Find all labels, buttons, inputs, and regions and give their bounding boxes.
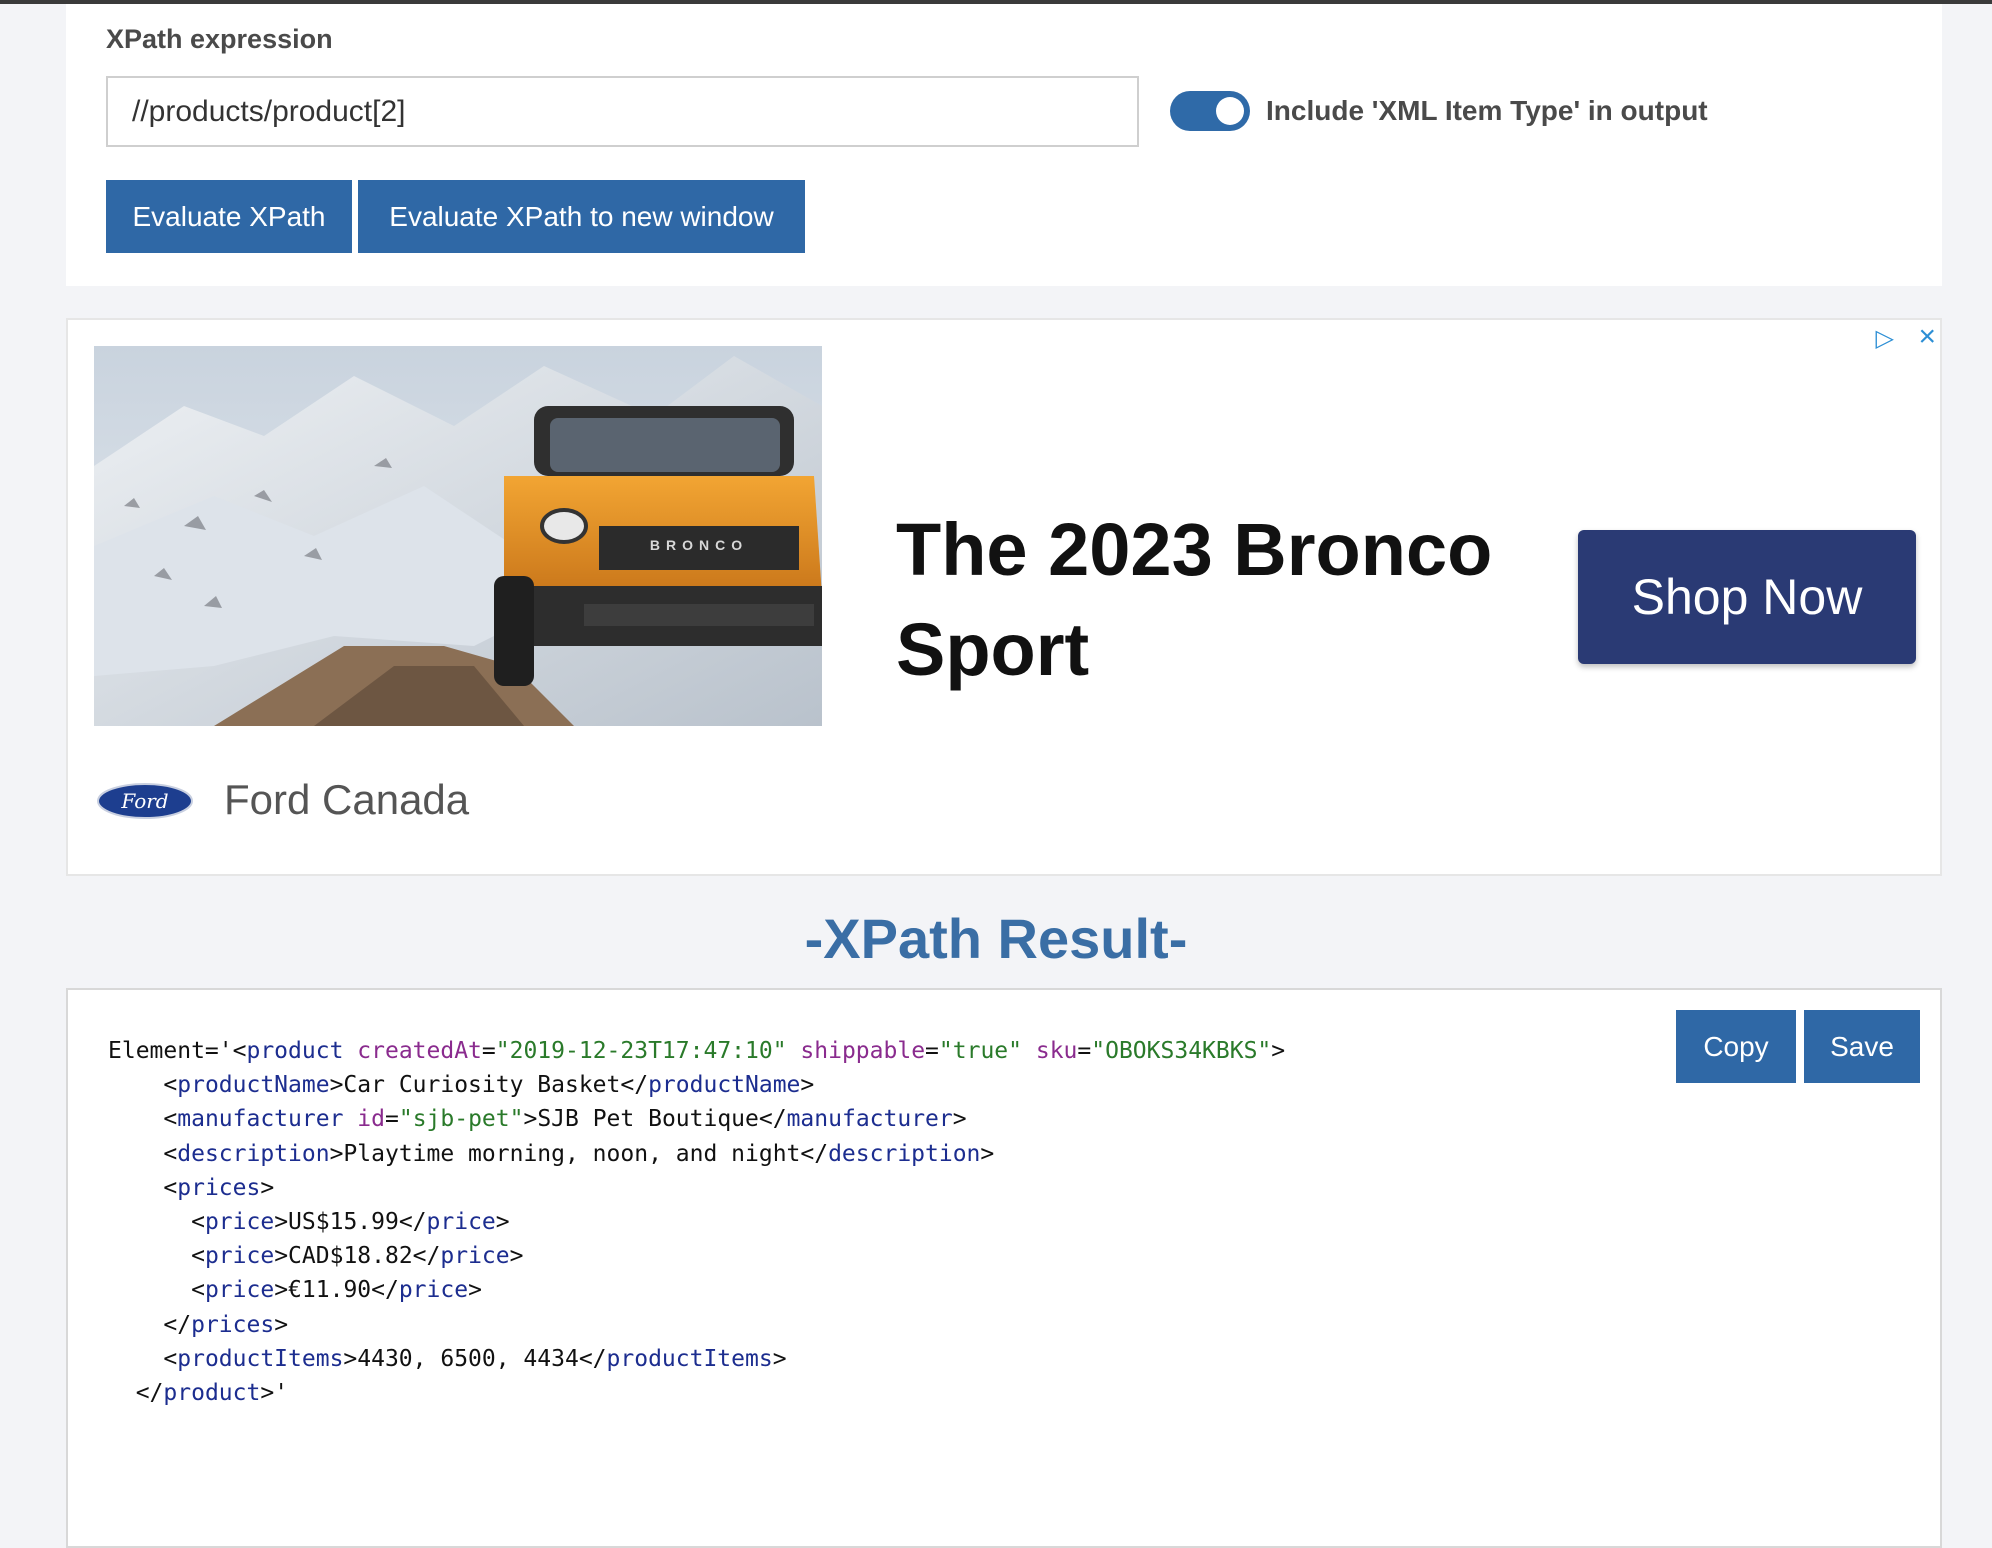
xml-attr-token: shippable — [800, 1038, 926, 1064]
xml-tag-token: productItems — [606, 1345, 773, 1372]
xml-p-token: < — [163, 1345, 178, 1372]
toggle-knob — [1216, 97, 1244, 125]
result-code: Element='<product createdAt="2019-12-23T… — [108, 1034, 1285, 1410]
xml-tag-token: price — [204, 1277, 275, 1304]
xml-p-token: > — [468, 1277, 482, 1304]
xml-p-token: = — [481, 1038, 496, 1064]
xpath-label: XPath expression — [106, 24, 333, 54]
xml-p-token — [787, 1038, 801, 1064]
xml-p-token: >US$15.99</ — [274, 1209, 427, 1236]
xml-p-token: > — [509, 1243, 524, 1270]
xml-tag-token: price — [440, 1243, 510, 1270]
xml-p-token: > — [495, 1209, 510, 1236]
xml-p-token: >SJB Pet Boutique</ — [523, 1106, 787, 1133]
result-line: <productName>Car Curiosity Basket</produ… — [108, 1072, 814, 1098]
svg-text:BRONCO: BRONCO — [650, 537, 748, 553]
xml-p-token: = — [925, 1038, 939, 1064]
xml-p-token: < — [191, 1277, 205, 1304]
xml-p-token: < — [163, 1106, 178, 1133]
xml-val-token: "sjb-pet" — [398, 1106, 524, 1133]
close-icon[interactable]: × — [1918, 320, 1936, 354]
xml-p-token: = — [384, 1106, 399, 1133]
xml-p-token: = — [1077, 1038, 1092, 1064]
xml-tag-token: price — [204, 1209, 275, 1236]
save-button[interactable]: Save — [1804, 1010, 1920, 1083]
xml-val-token: "2019-12-23T17:47:10" — [495, 1038, 787, 1064]
xml-tag-token: productName — [177, 1072, 330, 1099]
xml-p-token: Element='< — [108, 1038, 247, 1064]
xml-attr-token: id — [357, 1106, 385, 1133]
xml-p-token — [343, 1106, 357, 1132]
xml-p-token: > — [274, 1311, 289, 1338]
xml-p-token: </ — [163, 1311, 192, 1338]
xml-p-token: < — [163, 1174, 178, 1201]
xml-p-token: > — [260, 1174, 275, 1201]
xml-attr-token: createdAt — [357, 1038, 482, 1064]
evaluate-xpath-new-window-button[interactable]: Evaluate XPath to new window — [358, 180, 805, 253]
xml-tag-token: prices — [177, 1174, 261, 1201]
xml-p-token — [1022, 1038, 1036, 1064]
result-line: <description>Playtime morning, noon, and… — [108, 1141, 994, 1167]
ad-headline[interactable]: The 2023 Bronco Sport — [896, 500, 1536, 700]
xml-p-token: </ — [135, 1380, 164, 1407]
result-line: <manufacturer id="sjb-pet">SJB Pet Bouti… — [108, 1106, 967, 1133]
xml-p-token: < — [191, 1209, 205, 1236]
xml-tag-token: product — [246, 1038, 344, 1064]
xml-p-token: >' — [260, 1380, 289, 1407]
ad-image[interactable]: BRONCO — [94, 346, 822, 726]
shop-now-button[interactable]: Shop Now — [1578, 530, 1916, 664]
result-line: <prices> — [108, 1175, 274, 1201]
evaluate-xpath-button[interactable]: Evaluate XPath — [106, 180, 352, 253]
xml-val-token: "OBOKS34KBKS" — [1091, 1038, 1272, 1064]
result-line: <price>CAD$18.82</price> — [108, 1243, 523, 1269]
xml-tag-token: description — [177, 1140, 330, 1167]
xml-tag-token: manufacturer — [177, 1106, 344, 1133]
result-line: Element='<product createdAt="2019-12-23T… — [108, 1038, 1285, 1064]
xml-p-token: >Car Curiosity Basket</ — [329, 1072, 649, 1099]
xml-attr-token: sku — [1035, 1038, 1078, 1064]
svg-text:Ford: Ford — [120, 789, 168, 813]
result-line: </product>' — [108, 1380, 288, 1406]
include-item-type-label: Include 'XML Item Type' in output — [1266, 95, 1708, 126]
xpath-panel: XPath expression Include 'XML Item Type'… — [66, 4, 1942, 286]
copy-button[interactable]: Copy — [1676, 1010, 1796, 1083]
xml-p-token: < — [163, 1072, 178, 1099]
xml-p-token: > — [952, 1106, 967, 1133]
include-item-type-toggle-group[interactable]: Include 'XML Item Type' in output — [1170, 86, 1708, 136]
xml-tag-token: product — [163, 1380, 261, 1407]
xml-p-token: > — [1271, 1038, 1286, 1064]
adchoices-icon[interactable]: ▷ — [1876, 324, 1894, 353]
xml-p-token: >Playtime morning, noon, and night</ — [329, 1140, 829, 1167]
result-line: <price>€11.90</price> — [108, 1277, 482, 1303]
xml-tag-token: productItems — [177, 1345, 344, 1372]
result-panel: Element='<product createdAt="2019-12-23T… — [66, 988, 1942, 1548]
result-line: <productItems>4430, 6500, 4434</productI… — [108, 1345, 787, 1372]
result-title: -XPath Result- — [804, 907, 1188, 970]
xml-tag-token: productName — [648, 1072, 801, 1099]
xml-tag-token: price — [426, 1209, 496, 1236]
xml-p-token: > — [772, 1345, 787, 1372]
xml-p-token: >4430, 6500, 4434</ — [343, 1345, 607, 1372]
xml-tag-token: price — [204, 1243, 275, 1270]
xml-p-token: >€11.90</ — [274, 1277, 399, 1304]
xml-p-token — [343, 1038, 357, 1064]
xpath-input[interactable] — [106, 76, 1139, 147]
include-item-type-toggle[interactable] — [1170, 91, 1250, 131]
xml-p-token: < — [191, 1243, 205, 1270]
result-line: </prices> — [108, 1312, 288, 1338]
advertisement[interactable]: BRONCO ▷ × The 2023 Bronco Sport Shop No… — [66, 318, 1942, 876]
xml-p-token: < — [163, 1140, 178, 1167]
xml-p-token: > — [980, 1140, 995, 1167]
xml-p-token: > — [800, 1072, 815, 1099]
xml-tag-token: manufacturer — [786, 1106, 953, 1133]
xml-val-token: "true" — [938, 1038, 1022, 1064]
result-line: <price>US$15.99</price> — [108, 1209, 510, 1235]
xml-tag-token: prices — [191, 1311, 275, 1338]
xml-tag-token: price — [398, 1277, 469, 1304]
advertiser-name[interactable]: Ford Canada — [224, 776, 469, 824]
xml-tag-token: description — [828, 1140, 981, 1167]
ford-logo: Ford — [96, 782, 194, 820]
xml-p-token: >CAD$18.82</ — [274, 1243, 441, 1270]
